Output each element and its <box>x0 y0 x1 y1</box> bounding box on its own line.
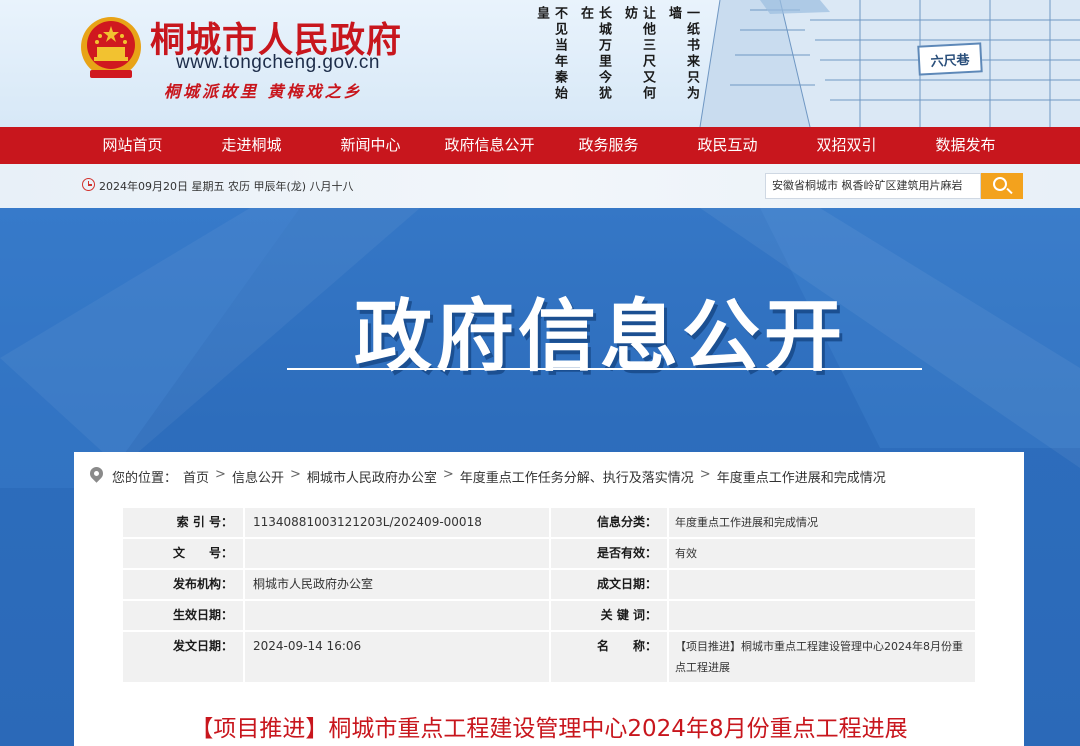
poem-line: 让他三尺又何妨 <box>622 6 655 102</box>
breadcrumb-prefix: 您的位置： <box>112 471 178 486</box>
breadcrumb-item-tasks[interactable]: 年度重点工作任务分解、执行及落实情况 <box>460 467 694 486</box>
metadata-row: 文 号： 是否有效： 有效 <box>123 539 975 570</box>
metadata-row: 发布机构： 桐城市人民政府办公室 成文日期： <box>123 570 975 601</box>
breadcrumb-separator: > <box>442 467 454 482</box>
meta-value-index: 11340881003121203L/202409-00018 <box>243 508 549 537</box>
nav-item-news[interactable]: 新闻中心 <box>311 127 430 164</box>
search-button[interactable] <box>981 173 1023 199</box>
metadata-row: 索 引 号： 11340881003121203L/202409-00018 信… <box>123 508 975 539</box>
meta-label-written-date: 成文日期： <box>549 570 667 599</box>
meta-label-keywords: 关 键 词： <box>549 601 667 630</box>
main-nav: 网站首页 走进桐城 新闻中心 政府信息公开 政务服务 政民互动 双招双引 数据发… <box>0 127 1080 164</box>
meta-value-keywords <box>667 601 973 630</box>
meta-label-name: 名 称： <box>549 632 667 682</box>
breadcrumb-item-info[interactable]: 信息公开 <box>232 467 284 486</box>
nav-item-home[interactable]: 网站首页 <box>73 127 192 164</box>
site-url: www.tongcheng.gov.cn <box>176 52 380 73</box>
breadcrumb-separator: > <box>699 467 711 482</box>
nav-item-data[interactable]: 数据发布 <box>906 127 1025 164</box>
alley-illustration <box>699 0 1080 127</box>
search-icon-handle <box>1006 187 1013 195</box>
nav-item-info-disclosure[interactable]: 政府信息公开 <box>430 127 549 164</box>
national-emblem-icon[interactable] <box>76 14 146 84</box>
breadcrumb: 您的位置： 首页 > 信息公开 > 桐城市人民政府办公室 > 年度重点工作任务分… <box>112 467 886 486</box>
clock-icon <box>82 178 95 191</box>
location-pin-icon <box>87 464 106 483</box>
meta-value-written-date <box>667 570 973 599</box>
current-date: 2024年09月20日 星期五 农历 甲辰年(龙) 八月十八 <box>99 180 354 193</box>
meta-value-docno <box>243 539 549 568</box>
meta-value-publisher: 桐城市人民政府办公室 <box>243 570 549 599</box>
site-slogan: 桐城派故里 黄梅戏之乡 <box>164 82 363 101</box>
meta-label-effective-date: 生效日期： <box>172 608 233 622</box>
meta-label-category: 信息分类： <box>549 508 667 537</box>
breadcrumb-separator: > <box>215 467 226 482</box>
nav-item-interaction[interactable]: 政民互动 <box>668 127 787 164</box>
meta-label-publisher: 发布机构： <box>172 577 233 591</box>
article-title: 【项目推进】桐城市重点工程建设管理中心2024年8月份重点工程进展 <box>190 716 908 742</box>
breadcrumb-item-progress[interactable]: 年度重点工作进展和完成情况 <box>717 467 886 486</box>
lane-sign: 六尺巷 <box>917 42 983 76</box>
nav-item-about[interactable]: 走进桐城 <box>192 127 311 164</box>
content-card: 您的位置： 首页 > 信息公开 > 桐城市人民政府办公室 > 年度重点工作任务分… <box>74 452 1024 746</box>
meta-label-valid: 是否有效： <box>549 539 667 568</box>
metadata-row: 生效日期： 关 键 词： <box>123 601 975 632</box>
breadcrumb-item-office[interactable]: 桐城市人民政府办公室 <box>307 467 437 486</box>
meta-value-category: 年度重点工作进展和完成情况 <box>667 508 973 537</box>
breadcrumb-item-home[interactable]: 首页 <box>183 467 209 486</box>
metadata-row: 发文日期： 2024-09-14 16:06 名 称： 【项目推进】桐城市重点工… <box>123 632 975 684</box>
nav-item-investment[interactable]: 双招双引 <box>787 127 906 164</box>
site-header: 桐城市人民政府 www.tongcheng.gov.cn 桐城派故里 黄梅戏之乡… <box>0 0 1080 127</box>
poem-line: 长城万里今犹在 <box>578 6 611 102</box>
search-input[interactable]: 安徽省桐城市 枫香岭矿区建筑用片麻岩 <box>765 173 981 199</box>
nav-item-services[interactable]: 政务服务 <box>549 127 668 164</box>
meta-value-issue-date: 2024-09-14 16:06 <box>243 632 549 682</box>
banner-underline <box>287 368 922 370</box>
meta-value-name: 【项目推进】桐城市重点工程建设管理中心2024年8月份重点工程进展 <box>667 632 973 682</box>
meta-label-docno: 文 号： <box>172 546 233 560</box>
meta-value-effective-date <box>243 601 549 630</box>
meta-value-valid: 有效 <box>667 539 973 568</box>
poem-line: 不见当年秦始皇 <box>534 6 567 102</box>
breadcrumb-separator: > <box>289 467 301 482</box>
metadata-table: 索 引 号： 11340881003121203L/202409-00018 信… <box>123 508 975 684</box>
search-icon <box>993 177 1007 191</box>
meta-label-issue-date: 发文日期： <box>172 639 233 653</box>
meta-label-index: 索 引 号： <box>176 515 233 529</box>
